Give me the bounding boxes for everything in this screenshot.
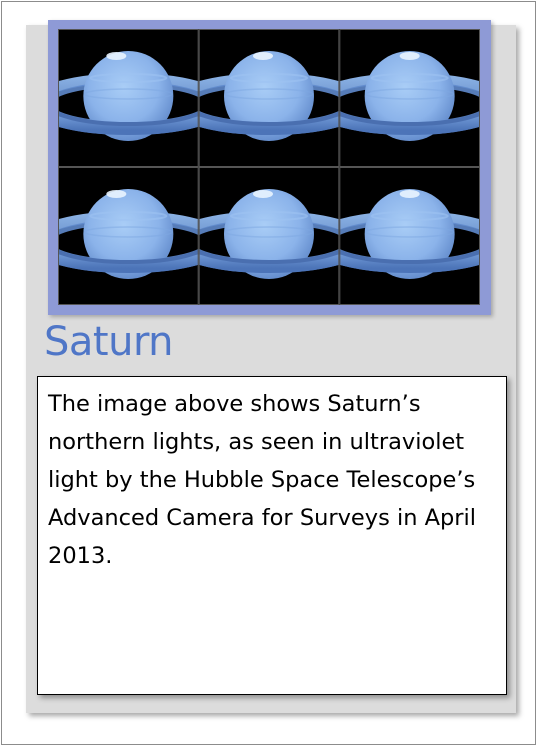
saturn-mosaic <box>58 29 480 305</box>
saturn-frame <box>339 167 480 305</box>
image-frame <box>48 20 491 315</box>
description-text: The image above shows Saturn’s northern … <box>48 391 477 569</box>
description-box: The image above shows Saturn’s northern … <box>37 376 507 695</box>
saturn-frame <box>58 29 199 167</box>
saturn-frame <box>58 167 199 305</box>
saturn-frame <box>198 167 340 305</box>
saturn-image <box>58 29 480 305</box>
page-title: Saturn <box>44 319 174 365</box>
saturn-frame <box>198 29 340 167</box>
saturn-frame <box>339 29 480 167</box>
